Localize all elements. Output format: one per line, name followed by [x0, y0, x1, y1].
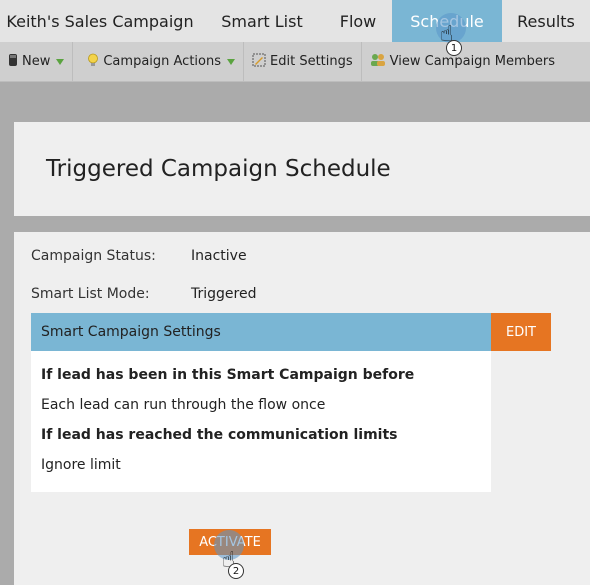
new-label: New [22, 54, 51, 69]
members-icon [370, 53, 386, 70]
settings-line: If lead has reached the communication li… [41, 427, 398, 443]
step-badge-2: 2 [228, 563, 244, 579]
new-button[interactable]: New [0, 41, 74, 82]
smart-campaign-settings-body: If lead has been in this Smart Campaign … [31, 351, 491, 492]
tab-label: Results [517, 11, 575, 31]
tab-flow[interactable]: Flow [324, 0, 392, 42]
view-members-label: View Campaign Members [389, 54, 556, 69]
page-title: Triggered Campaign Schedule [46, 156, 391, 182]
tab-smart-list[interactable]: Smart List [200, 0, 324, 42]
smart-list-mode-label: Smart List Mode: [31, 286, 150, 302]
edit-settings-icon [252, 53, 266, 70]
smart-campaign-settings-header: Smart Campaign Settings [31, 313, 491, 351]
settings-line: Each lead can run through the flow once [41, 397, 326, 413]
tab-campaign-name[interactable]: Keith's Sales Campaign [0, 0, 200, 42]
chevron-down-icon [227, 58, 236, 65]
edit-settings-button[interactable]: EDIT [491, 313, 551, 351]
edit-settings-label: Edit Settings [270, 54, 353, 69]
campaign-actions-label: Campaign Actions [103, 54, 222, 69]
tab-results[interactable]: Results [502, 0, 590, 42]
lightbulb-icon [87, 53, 99, 71]
view-campaign-members-button[interactable]: View Campaign Members [362, 42, 563, 82]
settings-line: If lead has been in this Smart Campaign … [41, 367, 415, 383]
campaign-actions-button[interactable]: Campaign Actions [73, 41, 245, 82]
tab-label: Smart List [221, 11, 303, 31]
edit-settings-button[interactable]: Edit Settings [244, 41, 362, 82]
campaign-tabs: Keith's Sales Campaign Smart List Flow S… [0, 0, 590, 42]
new-icon [8, 53, 18, 70]
campaign-status-label: Campaign Status: [31, 248, 156, 264]
schedule-header-panel: Triggered Campaign Schedule [14, 122, 590, 216]
settings-line: Ignore limit [41, 457, 121, 473]
tab-label: Flow [339, 11, 377, 31]
campaign-status-value: Inactive [191, 248, 247, 264]
smart-list-mode-value: Triggered [191, 286, 257, 302]
tab-label: Keith's Sales Campaign [6, 11, 194, 31]
toolbar: New Campaign Actions Edit Settings View … [0, 41, 590, 82]
step-badge-1: 1 [446, 40, 462, 56]
chevron-down-icon [56, 58, 65, 65]
